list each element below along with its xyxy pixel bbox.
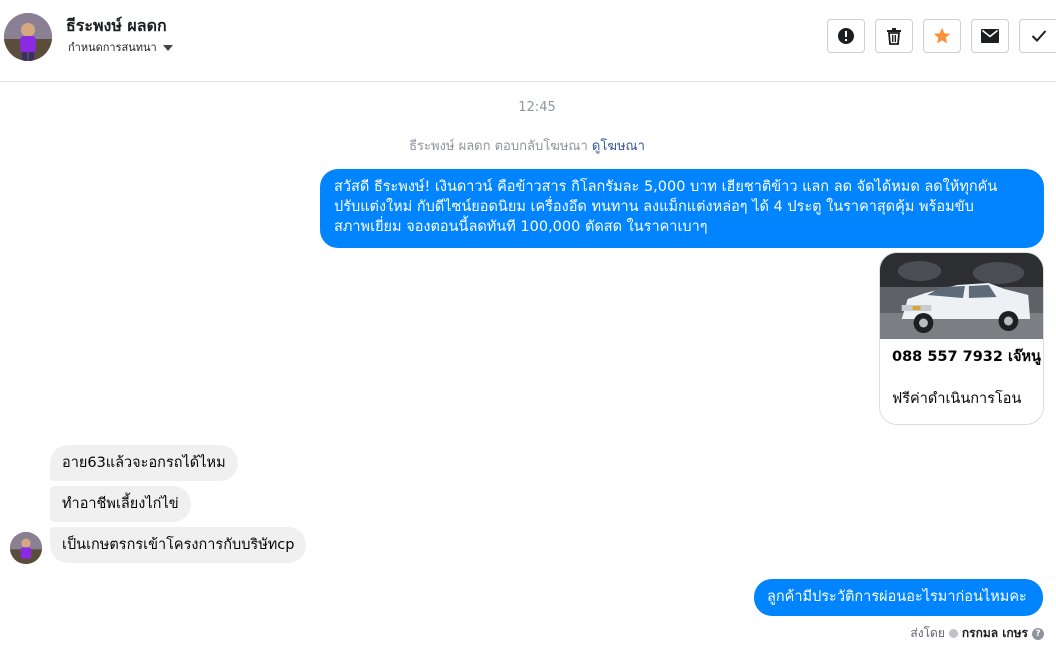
card-description: ฟรีค่าดำเนินการโอน: [892, 391, 1022, 407]
conversation-schedule-label: กำหนดการสนทนา: [68, 41, 157, 54]
alert-icon: [838, 28, 854, 44]
incoming-message: อาย63แล้วจะอกรถได้ไหม: [50, 445, 238, 481]
incoming-message: ทำอาชีพเลี้ยงไก่ไข่: [50, 486, 191, 522]
ad-message-line: ปรับแต่งใหม่ กับดีไซน์ยอดนิยม เครื่องอึด…: [334, 199, 974, 215]
caret-down-icon: [162, 44, 173, 51]
outgoing-message: ลูกค้ามีประวัติการผ่อนอะไรมาก่อนไหมคะ: [754, 579, 1043, 616]
help-icon[interactable]: ?: [1032, 627, 1044, 640]
contact-name: ธีระพงษ์ ผลดก: [66, 16, 167, 35]
mark-unread-button[interactable]: [971, 19, 1009, 53]
car-image: [880, 253, 1043, 339]
ad-card[interactable]: 088 557 7932 เจ๊หนู ฟรีค่าดำเนินการโอน: [879, 252, 1044, 425]
conversation-header: ธีระพงษ์ ผลดก กำหนดการสนทนา: [0, 0, 1056, 82]
sent-by-name: กรกมล เกษร: [961, 626, 1028, 640]
trash-icon: [887, 28, 901, 45]
mail-icon: [981, 29, 999, 43]
incoming-message: เป็นเกษตรกรเข้าโครงการกับบริษัทcp: [50, 527, 307, 563]
ad-message-line: สวัสดี ธีระพงษ์! เงินดาวน์ คือข้าวสาร กิ…: [334, 179, 998, 195]
ad-message-bubble: สวัสดี ธีระพงษ์! เงินดาวน์ คือข้าวสาร กิ…: [320, 169, 1044, 248]
report-button[interactable]: [827, 19, 865, 53]
mark-done-button[interactable]: [1019, 19, 1056, 53]
star-icon: [933, 27, 951, 44]
sent-by-label: ส่งโดย: [910, 626, 945, 640]
sent-by: ส่งโดย กรกมล เกษร ?: [910, 624, 1044, 643]
status-dot-icon: [948, 629, 958, 638]
ad-message-line: สภาพเยี่ยม จองตอนนี้ลดทันที 100,000 ตัดส…: [334, 219, 708, 235]
star-button[interactable]: [923, 19, 961, 53]
contact-avatar-small: [10, 532, 42, 564]
ad-reply-notice: ธีระพงษ์ ผลดก ตอบกลับโฆษณา ดูโฆษณา: [0, 135, 1054, 156]
delete-button[interactable]: [875, 19, 913, 53]
view-ad-link[interactable]: ดูโฆษณา: [592, 139, 645, 154]
card-title: 088 557 7932 เจ๊หนู: [892, 349, 1041, 365]
ad-reply-text: ธีระพงษ์ ผลดก ตอบกลับโฆษณา: [409, 139, 588, 154]
conversation-schedule-dropdown[interactable]: กำหนดการสนทนา: [68, 38, 173, 56]
check-icon: [1031, 30, 1047, 42]
message-timestamp: 12:45: [518, 100, 556, 115]
avatar[interactable]: [4, 13, 52, 61]
